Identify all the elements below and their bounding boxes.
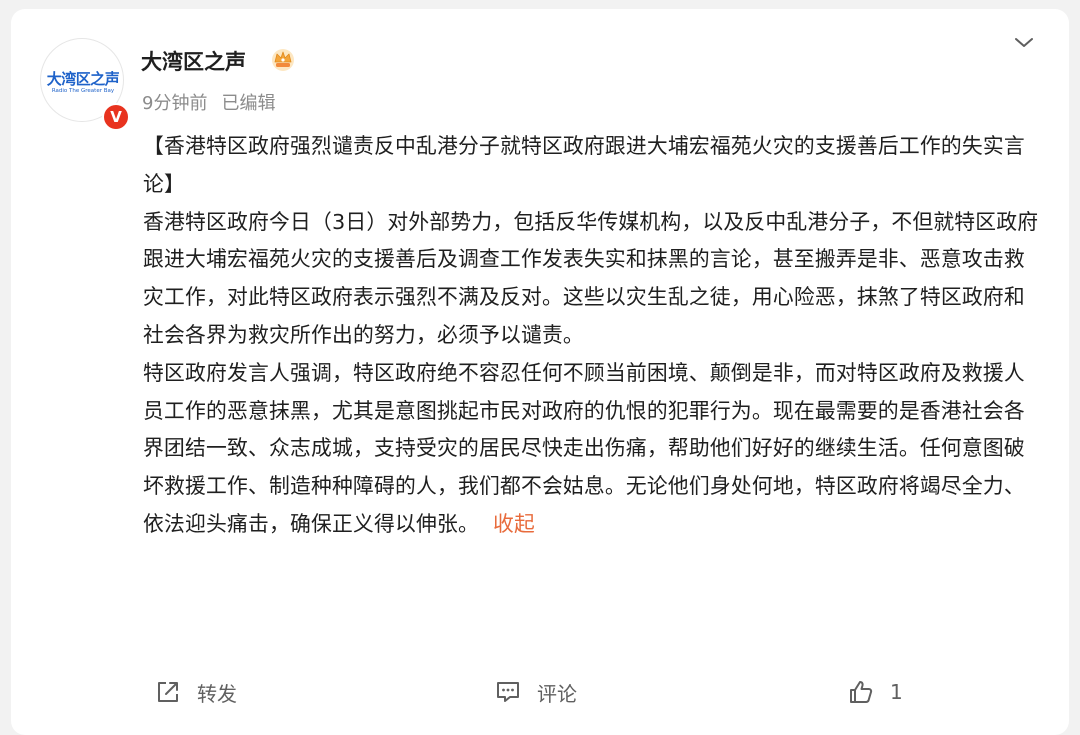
repost-button[interactable]: 转发 bbox=[154, 672, 237, 712]
edited-label: 已编辑 bbox=[221, 93, 276, 114]
post-paragraph: 香港特区政府今日（3日）对外部势力，包括反华传媒机构，以及反中乱港分子，不但就特… bbox=[143, 209, 1039, 347]
share-icon bbox=[158, 682, 178, 702]
like-count: 1 bbox=[890, 680, 903, 704]
avatar-logo-subtitle: Radio The Greater Bay bbox=[51, 88, 115, 94]
avatar[interactable]: 大湾区之声 Radio The Greater Bay V bbox=[40, 38, 130, 131]
post-meta: 9分钟前 已编辑 bbox=[142, 89, 275, 115]
like-button[interactable]: 1 bbox=[847, 672, 903, 712]
repost-label: 转发 bbox=[197, 681, 237, 706]
author-name[interactable]: 大湾区之声 bbox=[141, 46, 246, 76]
post-headline: 【香港特区政府强烈谴责反中乱港分子就特区政府跟进大埔宏福苑火灾的支援善后工作的失… bbox=[143, 134, 1025, 196]
verified-badge-icon: V bbox=[102, 103, 130, 131]
chevron-down-icon[interactable] bbox=[1012, 35, 1036, 51]
crown-icon bbox=[272, 49, 294, 71]
post-paragraph-text: 特区政府发言人强调，特区政府绝不容忍任何不顾当前困境、颠倒是非，而对特区政府及救… bbox=[143, 360, 1025, 536]
post-time: 9分钟前 bbox=[142, 93, 208, 114]
post-body: 【香港特区政府强烈谴责反中乱港分子就特区政府跟进大埔宏福苑火灾的支援善后工作的失… bbox=[143, 128, 1043, 544]
thumbs-up-icon bbox=[850, 681, 873, 703]
collapse-link[interactable]: 收起 bbox=[493, 512, 535, 536]
comment-icon bbox=[497, 682, 519, 702]
action-bar: 转发 评论 1 bbox=[11, 672, 1069, 712]
comment-label: 评论 bbox=[537, 681, 577, 706]
post-card: 大湾区之声 Radio The Greater Bay V 大湾区之声 9分钟前… bbox=[11, 9, 1069, 735]
post-paragraph-last: 特区政府发言人强调，特区政府绝不容忍任何不顾当前困境、颠倒是非，而对特区政府及救… bbox=[143, 355, 1043, 544]
comment-button[interactable]: 评论 bbox=[494, 672, 577, 712]
avatar-logo-text: 大湾区之声 bbox=[46, 70, 120, 88]
